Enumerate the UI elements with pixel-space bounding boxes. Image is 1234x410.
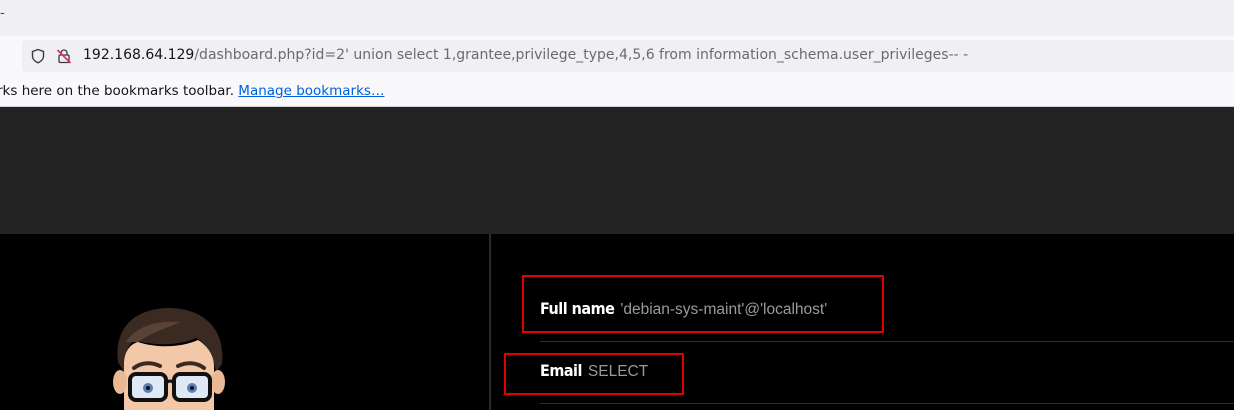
fullname-label: Full name (540, 299, 615, 318)
email-value: SELECT (587, 363, 649, 380)
email-label: Email (540, 361, 582, 380)
insecure-lock-icon[interactable] (56, 48, 72, 64)
bookmarks-hint-text: rks here on the bookmarks toolbar. (0, 83, 234, 99)
profile-content: Full name'debian-sys-maint'@'localhost' … (0, 234, 1234, 410)
navigation-bar: 192.168.64.129/dashboard.php?id=2' union… (0, 36, 1234, 76)
column-divider (489, 234, 491, 410)
url-host: 192.168.64.129 (83, 47, 195, 63)
tab-strip: - (0, 0, 1234, 36)
address-bar[interactable]: 192.168.64.129/dashboard.php?id=2' union… (22, 40, 1234, 72)
fullname-value: 'debian-sys-maint'@'localhost' (620, 301, 828, 318)
row-divider (540, 403, 1234, 404)
email-field: Email SELECT (540, 361, 648, 381)
manage-bookmarks-link[interactable]: Manage bookmarks… (238, 83, 384, 99)
url-text[interactable]: 192.168.64.129/dashboard.php?id=2' union… (83, 47, 968, 63)
tab-fragment[interactable]: - (0, 6, 5, 21)
site-header (0, 107, 1234, 234)
bookmarks-toolbar: rks here on the bookmarks toolbar. Manag… (0, 76, 1234, 107)
url-path: /dashboard.php?id=2' union select 1,gran… (194, 47, 969, 63)
avatar (113, 307, 225, 410)
row-divider (540, 341, 1234, 342)
fullname-field: Full name 'debian-sys-maint'@'localhost' (540, 299, 827, 319)
tracking-protection-shield-icon[interactable] (30, 48, 46, 64)
